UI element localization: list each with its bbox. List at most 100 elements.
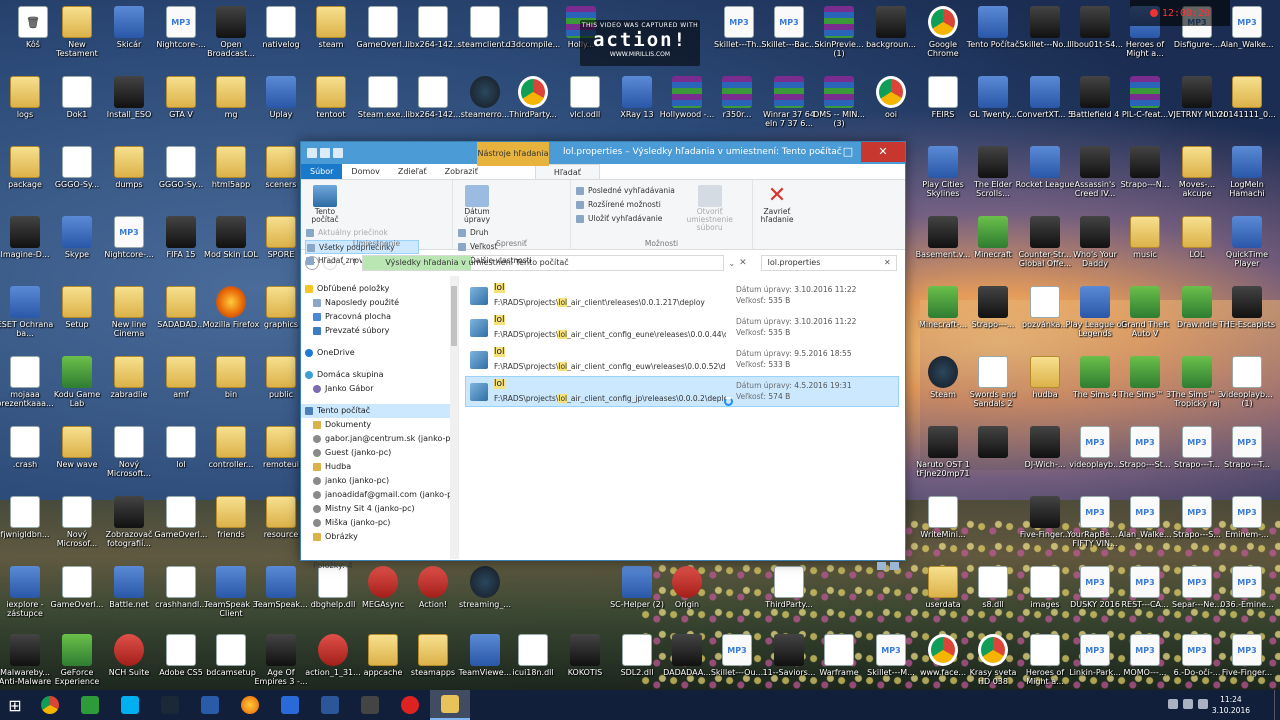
desktop-icon-doc[interactable]: vlcl.odll [556,74,614,136]
nav-user[interactable]: Janko Gábor [301,382,458,396]
taskbar-rocket[interactable] [270,690,310,720]
desktop-icon-folder[interactable]: music [1116,214,1174,276]
desktop-icon-app[interactable]: Skype [48,214,106,276]
desktop-icon-folder[interactable]: tentoot [302,74,360,136]
date-modified-button[interactable]: Dátum úpravy [457,182,497,224]
desktop-icon-doc[interactable]: fjwnigldbn... [0,494,54,556]
desktop-icon-doc[interactable]: GameOverl... [48,564,106,626]
desktop-icon-doc[interactable]: GGGO-Sy... [48,144,106,206]
desktop-icon-mp3[interactable]: MP3 Skillet---Ou... [708,632,766,694]
taskbar-steam[interactable] [150,690,190,720]
kind-dropdown[interactable]: Druh [457,226,532,240]
desktop-icon-dark[interactable]: KOKOTIS [556,632,614,694]
tab-home[interactable]: Domov [342,164,388,179]
tab-share[interactable]: Zdieľať [389,164,436,179]
desktop-icon-steam[interactable]: streaming_... [456,564,514,626]
desktop-icon-doc[interactable]: mojaaa prezentkaaa... [0,354,54,416]
address-dropdown-chevron-icon[interactable]: ⌄ [728,259,735,268]
desktop-icon-chrome[interactable]: Krasy sveta HD 038 [964,632,1022,694]
nav-user-folder[interactable]: janoadidaf@gmail.com (janko-p [301,488,458,502]
tab-view[interactable]: Zobraziť [436,164,487,179]
properties-icon[interactable] [320,148,330,158]
taskbar-store[interactable] [70,690,110,720]
desktop-icon-doc[interactable]: libx264-142... [404,4,462,66]
open-file-location-button[interactable]: Otvoriť umiestnenie súboru [678,182,742,232]
desktop-icon-folder[interactable]: 20141111_0... [1218,74,1276,136]
close-button[interactable]: ✕ [861,142,905,162]
desktop-icon-dark[interactable]: Imagine-D... [0,214,54,276]
desktop-icon-rar[interactable]: PIL-C-feat... [1116,74,1174,136]
nav-homegroup[interactable]: Domáca skupina [301,368,458,382]
clear-search-x-icon[interactable]: ✕ [884,256,891,270]
nav-recent[interactable]: Naposledy použité [301,296,458,310]
nav-user-folder[interactable]: Guest (janko-pc) [301,446,458,460]
desktop-icon-doc[interactable]: .crash [0,424,54,486]
desktop-icon-dark[interactable]: THE-Escapists [1218,284,1276,346]
desktop-icon-dark[interactable]: Malwareby... Anti-Malware [0,632,54,694]
desktop-icon-mp3[interactable]: MP3 Strapo---T... [1218,424,1276,486]
desktop-icon-folder[interactable]: zabradlie [100,354,158,416]
clock[interactable]: 11:24 3.10.2016 [1212,694,1250,716]
desktop-icon-rar[interactable]: SkinPrevie... (1) [810,4,868,66]
search-input[interactable]: lol.properties ✕ [760,255,897,271]
desktop-icon-folder[interactable]: Setup [48,284,106,346]
title-bar[interactable]: Nástroje hľadania lol.properties – Výsle… [301,142,905,164]
maximize-button[interactable]: □ [835,142,861,162]
desktop-icon-app[interactable]: LogMeIn Hamachi [1218,144,1276,206]
result-item-selected[interactable]: lol F:\RADS\projects\lol_air_client_conf… [465,376,899,407]
desktop-icon-doc[interactable]: Nový Microsoft... [100,424,158,486]
desktop-icon-app[interactable]: Battle.net [100,564,158,626]
desktop-icon-doc[interactable]: Dok1 [48,74,106,136]
desktop-icon-mp3[interactable]: MP3 Five-Finger... [1218,632,1276,694]
desktop-icon-folder[interactable]: New Testament [48,4,106,66]
new-folder-icon[interactable] [333,148,343,158]
result-item[interactable]: lol F:\RADS\projects\lol_air_client_conf… [465,344,899,375]
folder-icon[interactable] [307,148,317,158]
taskbar-firefox[interactable] [230,690,270,720]
address-field[interactable]: Výsledky hľadania v umiestnení Tento poč… [362,255,725,271]
minimize-button[interactable]: – [809,142,835,162]
result-item[interactable]: lol F:\RADS\projects\lol_air_client_conf… [465,312,899,343]
desktop-icon-rar[interactable]: r350r... [708,74,766,136]
desktop-icon-mp3[interactable]: MP3 MOMO---... [1116,632,1174,694]
desktop-icon-doc[interactable]: WriteMini... [914,494,972,556]
tiles-view-icon[interactable] [890,562,899,570]
nav-user-folder[interactable]: Mistny Sit 4 (janko-pc) [301,502,458,516]
desktop-icon-mp3[interactable]: MP3 Alan_Walke... [1116,494,1174,556]
stop-search-x-icon[interactable]: ✕ [739,258,747,268]
desktop-icon-doc[interactable]: libx264-142... [404,74,462,136]
desktop-icon-dark[interactable] [964,424,1022,486]
desktop-icon-doc[interactable]: ThirdParty... [760,564,818,626]
desktop-icon-red[interactable]: NCH Suite [100,632,158,694]
taskbar-record[interactable] [390,690,430,720]
nav-downloads[interactable]: Prevzaté súbory [301,324,458,338]
desktop-icon-doc[interactable]: videoplayb... (1) [1218,354,1276,416]
volume-icon[interactable] [1198,699,1208,709]
desktop-icon-mp3[interactable]: MP3 036.-Emine... [1218,564,1276,626]
desktop-icon-green[interactable]: Grand Theft Auto V [1116,284,1174,346]
desktop-icon-dark[interactable]: Install_ESO [100,74,158,136]
desktop-icon-mp3[interactable]: MP3 Eminem-... [1218,494,1276,556]
taskbar-bandicam[interactable] [350,690,390,720]
nav-documents[interactable]: Dokumenty [301,418,458,432]
desktop-icon-mp3[interactable]: MP3 Skillet---M... [862,632,920,694]
nav-music[interactable]: Hudba [301,460,458,474]
details-view-icon[interactable] [877,562,886,570]
desktop-icon-app[interactable]: TeamSpeak... [252,564,310,626]
nav-pictures[interactable]: Obrázky [301,530,458,544]
nav-desktop[interactable]: Pracovná plocha [301,310,458,324]
desktop-icon-folder[interactable]: package [0,144,54,206]
desktop-icon-chrome[interactable]: ThirdParty... [504,74,562,136]
save-search-button[interactable]: Uložiť vyhľadávanie [575,212,675,226]
recent-searches-button[interactable]: Posledné vyhľadávania [575,184,675,198]
result-item[interactable]: lol F:\RADS\projects\lol_air_client\rele… [465,280,899,311]
desktop-icon-green[interactable]: The Sims™ 3 [1116,354,1174,416]
desktop-icon-doc[interactable]: s8.dll [964,564,1022,626]
desktop-icon-app[interactable]: GL Twenty... [964,74,1022,136]
desktop-icon-mp3[interactable]: MP3 Nightcore-... [100,214,158,276]
nav-this-pc[interactable]: Tento počítač [301,404,458,418]
desktop-icon-doc[interactable]: Warframe [810,632,868,694]
taskbar-chrome[interactable] [30,690,70,720]
taskbar-explorer[interactable] [430,690,470,720]
desktop-icon-rar[interactable]: DMS -- MIN... (3) [810,74,868,136]
